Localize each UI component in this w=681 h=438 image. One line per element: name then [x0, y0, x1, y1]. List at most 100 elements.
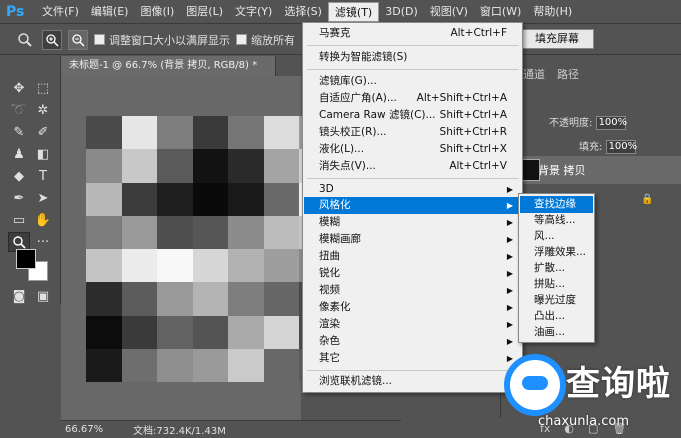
eraser-tool-icon[interactable]: ◧	[32, 144, 54, 164]
filter-item-adaptive-wide-angle[interactable]: 自适应广角(A)... Alt+Shift+Ctrl+A	[304, 90, 521, 107]
menu-type[interactable]: 文字(Y)	[229, 2, 278, 22]
hand-tool-icon[interactable]: ✋	[32, 210, 54, 230]
menu-filter[interactable]: 滤镜(T)	[327, 1, 380, 22]
foreground-color-swatch[interactable]	[16, 249, 36, 269]
mosaic-cell	[121, 249, 157, 283]
resize-windows-checkbox[interactable]: 调整窗口大小以满屏显示	[94, 32, 230, 48]
gradient-tool-icon[interactable]: ◆	[8, 166, 30, 186]
fill-field[interactable]: 填充: 100%	[579, 138, 637, 154]
photoshop-logo: Ps	[6, 3, 25, 20]
menu-edit[interactable]: 编辑(E)	[85, 2, 135, 22]
filter-item-browse-online[interactable]: 浏览联机滤镜...	[304, 373, 521, 390]
filter-item-stylize[interactable]: 风格化 ▶	[304, 197, 521, 214]
zoom-in-icon[interactable]	[42, 29, 62, 50]
zoom-all-checkbox[interactable]: 缩放所有	[236, 32, 295, 48]
menu-help[interactable]: 帮助(H)	[527, 2, 578, 22]
stylize-extrude[interactable]: 凸出...	[520, 308, 593, 325]
mosaic-cell	[263, 249, 299, 283]
zoom-level[interactable]: 66.67%	[61, 424, 103, 435]
opacity-label: 不透明度:	[549, 118, 593, 129]
menu-file[interactable]: 文件(F)	[36, 2, 85, 22]
filter-item-video[interactable]: 视频 ▶	[304, 282, 521, 299]
filter-item-render[interactable]: 渲染 ▶	[304, 316, 521, 333]
lasso-tool-icon[interactable]: ➰	[8, 100, 30, 120]
tab-paths[interactable]: 路径	[557, 66, 579, 82]
filter-item-3d[interactable]: 3D ▶	[304, 181, 521, 198]
filter-item-vanishing-point[interactable]: 消失点(V)... Alt+Ctrl+V	[304, 158, 521, 175]
submenu-arrow-icon: ▶	[506, 303, 513, 312]
filter-item-lens-correction[interactable]: 镜头校正(R)... Shift+Ctrl+R	[304, 124, 521, 141]
item-label: 扭曲	[319, 250, 340, 262]
stylize-submenu: 查找边缘 等高线... 风... 浮雕效果... 扩散... 拼贴... 曝光过…	[518, 193, 595, 343]
stamp-tool-icon[interactable]: ♟	[8, 144, 30, 164]
zoom-out-icon[interactable]	[68, 29, 88, 50]
mosaic-cell	[121, 116, 157, 150]
filter-menu: 马赛克 Alt+Ctrl+F 转换为智能滤镜(S) 滤镜库(G)... 自适应广角…	[302, 22, 523, 393]
fill-screen-button[interactable]: 填充屏幕	[520, 29, 594, 49]
stylize-find-edges[interactable]: 查找边缘	[520, 196, 593, 213]
filter-item-mosaic[interactable]: 马赛克 Alt+Ctrl+F	[304, 25, 521, 42]
rectangle-tool-icon[interactable]: ▭	[8, 210, 30, 230]
menu-3d[interactable]: 3D(D)	[379, 2, 424, 22]
quick-mask-icon[interactable]: ◙	[8, 286, 30, 306]
mosaic-cell	[263, 215, 299, 249]
menu-view[interactable]: 视图(V)	[424, 2, 474, 22]
stylize-tiles[interactable]: 拼贴...	[520, 276, 593, 293]
filter-item-noise[interactable]: 杂色 ▶	[304, 333, 521, 350]
filter-item-distort[interactable]: 扭曲 ▶	[304, 248, 521, 265]
filter-item-liquify[interactable]: 液化(L)... Shift+Ctrl+X	[304, 141, 521, 158]
mosaic-cell	[228, 249, 264, 283]
stylize-trace-contour[interactable]: 等高线...	[520, 212, 593, 229]
filter-item-sharpen[interactable]: 锐化 ▶	[304, 265, 521, 282]
filter-item-camera-raw[interactable]: Camera Raw 滤镜(C)... Shift+Ctrl+A	[304, 107, 521, 124]
move-tool-icon[interactable]: ✥	[8, 78, 30, 98]
menu-image[interactable]: 图像(I)	[134, 2, 180, 22]
filter-item-smart-filter[interactable]: 转换为智能滤镜(S)	[304, 49, 521, 66]
path-select-tool-icon[interactable]: ➤	[32, 188, 54, 208]
checkbox-box[interactable]	[94, 34, 105, 45]
item-shortcut: Alt+Ctrl+F	[450, 27, 507, 39]
type-tool-icon[interactable]: T	[32, 166, 54, 186]
stylize-wind[interactable]: 风...	[520, 228, 593, 245]
stylize-oil-paint[interactable]: 油画...	[520, 324, 593, 341]
menu-separator	[307, 45, 519, 46]
menu-window[interactable]: 窗口(W)	[474, 2, 527, 22]
mosaic-cell	[86, 282, 122, 316]
mosaic-cell	[192, 348, 228, 382]
item-label: 消失点(V)...	[319, 160, 376, 172]
filter-item-blur-gallery[interactable]: 模糊画廊 ▶	[304, 231, 521, 248]
menu-layer[interactable]: 图层(L)	[180, 2, 229, 22]
zoom-all-label: 缩放所有	[251, 33, 295, 47]
stylize-solarize[interactable]: 曝光过度	[520, 292, 593, 309]
document-tab[interactable]: 未标题-1 @ 66.7% (背景 拷贝, RGB/8) *	[61, 56, 276, 76]
mosaic-cell	[86, 315, 122, 349]
marquee-tool-icon[interactable]: ⬚	[32, 78, 54, 98]
pen-tool-icon[interactable]: ✒	[8, 188, 30, 208]
screen-mode-icon[interactable]: ▣	[32, 286, 54, 306]
magic-wand-tool-icon[interactable]: ✲	[32, 100, 54, 120]
stylize-diffuse[interactable]: 扩散...	[520, 260, 593, 277]
fill-label: 填充:	[579, 142, 603, 153]
mosaic-cell	[157, 315, 193, 349]
checkbox-box[interactable]	[236, 34, 247, 45]
mosaic-cell	[228, 315, 264, 349]
submenu-arrow-icon: ▶	[506, 269, 513, 278]
filter-item-blur[interactable]: 模糊 ▶	[304, 214, 521, 231]
filter-item-gallery[interactable]: 滤镜库(G)...	[304, 73, 521, 90]
brush-tool-icon[interactable]: ✐	[32, 122, 54, 142]
item-label: 模糊	[319, 216, 340, 228]
item-shortcut: Shift+Ctrl+R	[439, 126, 507, 138]
eyedropper-tool-icon[interactable]: ✎	[8, 122, 30, 142]
zoom-tool-preset-icon[interactable]	[14, 29, 36, 51]
opacity-input[interactable]: 100%	[595, 116, 627, 130]
filter-item-pixelate[interactable]: 像素化 ▶	[304, 299, 521, 316]
mosaic-cell	[157, 348, 193, 382]
tab-channels[interactable]: 通道	[523, 66, 545, 82]
stylize-emboss[interactable]: 浮雕效果...	[520, 244, 593, 261]
item-label: 液化(L)...	[319, 143, 365, 155]
document-info: 文档:732.4K/1.43M	[133, 426, 226, 437]
fill-input[interactable]: 100%	[605, 140, 637, 154]
menu-select[interactable]: 选择(S)	[278, 2, 328, 22]
opacity-field[interactable]: 不透明度: 100%	[549, 114, 627, 130]
filter-item-other[interactable]: 其它 ▶	[304, 350, 521, 367]
